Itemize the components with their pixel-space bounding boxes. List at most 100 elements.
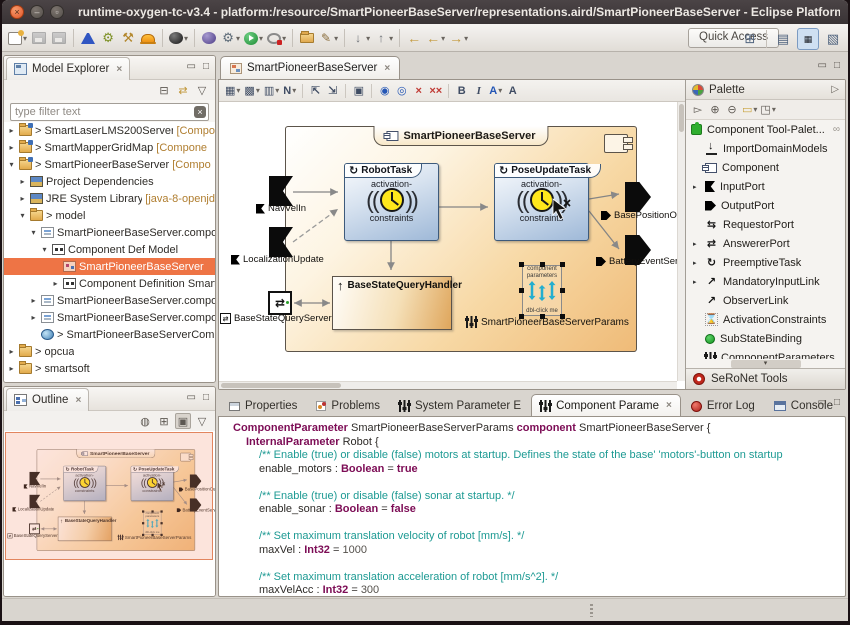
view-menu-icon[interactable]: ▽: [194, 82, 210, 98]
maximize-editor-icon[interactable]: □: [834, 60, 840, 71]
export-image-icon[interactable]: ⇲: [324, 82, 341, 100]
italic-icon[interactable]: I: [470, 82, 487, 100]
tree-item--smartlaserlms200server-[interactable]: ▸> SmartLaserLMS200Server [Compo: [4, 122, 215, 139]
tab-system-parameter-e[interactable]: System Parameter E: [390, 394, 530, 417]
layer-mode-icon[interactable]: N▾: [281, 82, 298, 100]
thumbnail-icon[interactable]: ▣: [175, 413, 191, 429]
tab-properties[interactable]: Properties: [220, 394, 306, 417]
close-view-icon[interactable]: ×: [116, 64, 122, 75]
debug-icon[interactable]: [199, 27, 219, 49]
note-tool-icon[interactable]: ▭▾: [741, 102, 758, 118]
task-node-poseupdatetask[interactable]: ↻PoseUpdateTaskactivation-(())constraint…: [494, 163, 589, 241]
tree-item-smartpioneerbaseserver[interactable]: SmartPioneerBaseServer: [4, 258, 215, 275]
answerer-port-basestatequeryserver[interactable]: ⇄: [268, 291, 292, 315]
font-color-icon[interactable]: A▾: [487, 82, 504, 100]
tree-item--model[interactable]: ▾> model: [4, 207, 215, 224]
next-annotation-icon[interactable]: ↓▾: [349, 27, 372, 49]
resource-perspective-icon[interactable]: ▤: [772, 28, 794, 50]
palette-item-outputport[interactable]: OutputPort: [686, 196, 845, 215]
style-icon[interactable]: A: [504, 82, 521, 100]
overview-icon[interactable]: ◍: [137, 413, 153, 429]
tree-item-smartpioneerbaseserver-compo[interactable]: ▸SmartPioneerBaseServer.compo: [4, 292, 215, 309]
palette-item-componentparameters[interactable]: ComponentParameters: [686, 348, 845, 359]
titlebar[interactable]: × – ▫ runtime-oxygen-tc-v3.4 - platform:…: [2, 0, 848, 24]
clean-build-icon[interactable]: ⚒: [118, 27, 138, 49]
code-generation-icon[interactable]: [78, 27, 98, 49]
last-edit-location-icon[interactable]: ←: [404, 27, 424, 49]
palette-header[interactable]: Palette ▷: [686, 80, 845, 100]
deployment-icon[interactable]: [138, 27, 158, 49]
tab-error-log[interactable]: Error Log: [682, 394, 764, 417]
clear-filter-icon[interactable]: ×: [194, 106, 206, 118]
marquee-zoom-out-icon[interactable]: ⊖: [724, 102, 740, 118]
forward-icon[interactable]: →▾: [447, 27, 470, 49]
profile-icon[interactable]: ▾: [265, 27, 288, 49]
build-all-icon[interactable]: ⚙: [98, 27, 118, 49]
bold-icon[interactable]: B: [453, 82, 470, 100]
selection-handle[interactable]: [560, 288, 565, 293]
palette-item-substatebinding[interactable]: SubStateBinding: [686, 329, 845, 348]
pin-icon[interactable]: ◉: [376, 82, 393, 100]
component-parameters-label[interactable]: SmartPioneerBaseServerParams: [466, 316, 629, 328]
horizontal-scrollbar[interactable]: [219, 381, 677, 389]
model-explorer-tab[interactable]: Model Explorer ×: [6, 57, 130, 80]
selection-handle[interactable]: [519, 262, 524, 267]
handler-node-basestatequeryhandler[interactable]: ↑BaseStateQueryHandler: [332, 276, 452, 330]
palette-item-component[interactable]: Component: [686, 158, 845, 177]
select-tool-icon[interactable]: ▻: [690, 102, 706, 118]
view-menu-icon[interactable]: ▽: [194, 413, 210, 429]
close-window-button[interactable]: ×: [10, 5, 24, 19]
palette-item-preemptivetask[interactable]: ▸↻PreemptiveTask: [686, 253, 845, 272]
palette-item-importdomainmodels[interactable]: ImportDomainModels: [686, 139, 845, 158]
sash-grip[interactable]: [590, 604, 593, 617]
close-view-icon[interactable]: ×: [75, 395, 81, 406]
tab-component-parame[interactable]: Component Parame×: [531, 394, 681, 417]
selection-handle[interactable]: [560, 262, 565, 267]
diagram-canvas[interactable]: SmartPioneerBaseServer↻RobotTaskactivati…: [219, 102, 685, 389]
palette-item-answererport[interactable]: ▸⇄AnswererPort: [686, 234, 845, 253]
editor-tab[interactable]: SmartPioneerBaseServer ×: [220, 56, 400, 79]
tree-item--opcua[interactable]: ▸> opcua: [4, 343, 215, 360]
close-editor-icon[interactable]: ×: [384, 63, 390, 74]
open-perspective-icon[interactable]: ⊞: [739, 28, 761, 50]
tree-item-jre-system-library-[interactable]: ▸JRE System Library [java-8-openjd: [4, 190, 215, 207]
tree-item--smartmappergridmap-[interactable]: ▸> SmartMapperGridMap [Compone: [4, 139, 215, 156]
palette-collapse-icon[interactable]: ▷: [831, 84, 839, 95]
tree-item-project-dependencies[interactable]: ▸Project Dependencies: [4, 173, 215, 190]
palette-group-header[interactable]: Component Tool-Palet... ∞: [686, 120, 845, 139]
outline-tree-icon[interactable]: ⊞: [156, 413, 172, 429]
maximize-view-icon[interactable]: □: [203, 61, 209, 72]
connector[interactable]: [589, 194, 619, 199]
delete-from-model-icon[interactable]: ××: [427, 82, 444, 100]
tree-item--smartpioneerbaseserver-[interactable]: ▾> SmartPioneerBaseServer [Compo: [4, 156, 215, 173]
unpin-icon[interactable]: ◎: [393, 82, 410, 100]
palette-item-observerlink[interactable]: ↗ObserverLink: [686, 291, 845, 310]
collapse-all-icon[interactable]: ⊟: [156, 82, 172, 98]
palette-item-requestorport[interactable]: ⇆RequestorPort: [686, 215, 845, 234]
maximize-window-button[interactable]: ▫: [50, 5, 64, 19]
marquee-zoom-in-icon[interactable]: ⊕: [707, 102, 723, 118]
copy-image-icon[interactable]: ▣: [350, 82, 367, 100]
vertical-scrollbar[interactable]: [677, 102, 685, 381]
tree-item-component-def-model[interactable]: ▾Component Def Model: [4, 241, 215, 258]
link-with-editor-icon[interactable]: ⇄: [175, 82, 191, 98]
tree-item-component-definition-smartp[interactable]: ▸Component Definition SmartP: [4, 275, 215, 292]
tree-item--smartpioneerbaseservercomp[interactable]: > SmartPioneerBaseServerComp: [4, 326, 215, 343]
smartmdsd-menu-icon[interactable]: ▾: [167, 27, 190, 49]
external-tools-icon[interactable]: ⚙▾: [219, 27, 242, 49]
minimize-view-icon[interactable]: ▭: [187, 61, 196, 72]
selection-handle[interactable]: [519, 288, 524, 293]
outline-viewport[interactable]: [5, 432, 213, 560]
palette-item-activationconstraints[interactable]: ⌛ActivationConstraints: [686, 310, 845, 329]
java-perspective-icon[interactable]: ▧: [822, 28, 844, 50]
open-element-icon[interactable]: [297, 27, 317, 49]
palette-pin-icon[interactable]: ∞: [833, 124, 840, 135]
align-icon[interactable]: ▥▾: [262, 82, 281, 100]
tree-item-smartpioneerbaseserver-compo[interactable]: ▾SmartPioneerBaseServer.compo: [4, 224, 215, 241]
maximize-view-icon[interactable]: □: [834, 397, 840, 408]
palette-scroll-down[interactable]: ▾: [686, 359, 845, 368]
minimize-view-icon[interactable]: ▭: [818, 397, 827, 408]
tree-item--smartsoft[interactable]: ▸> smartsoft: [4, 360, 215, 377]
export-diagram-icon[interactable]: ⇱: [307, 82, 324, 100]
select-mode-icon[interactable]: ▦▾: [223, 82, 242, 100]
